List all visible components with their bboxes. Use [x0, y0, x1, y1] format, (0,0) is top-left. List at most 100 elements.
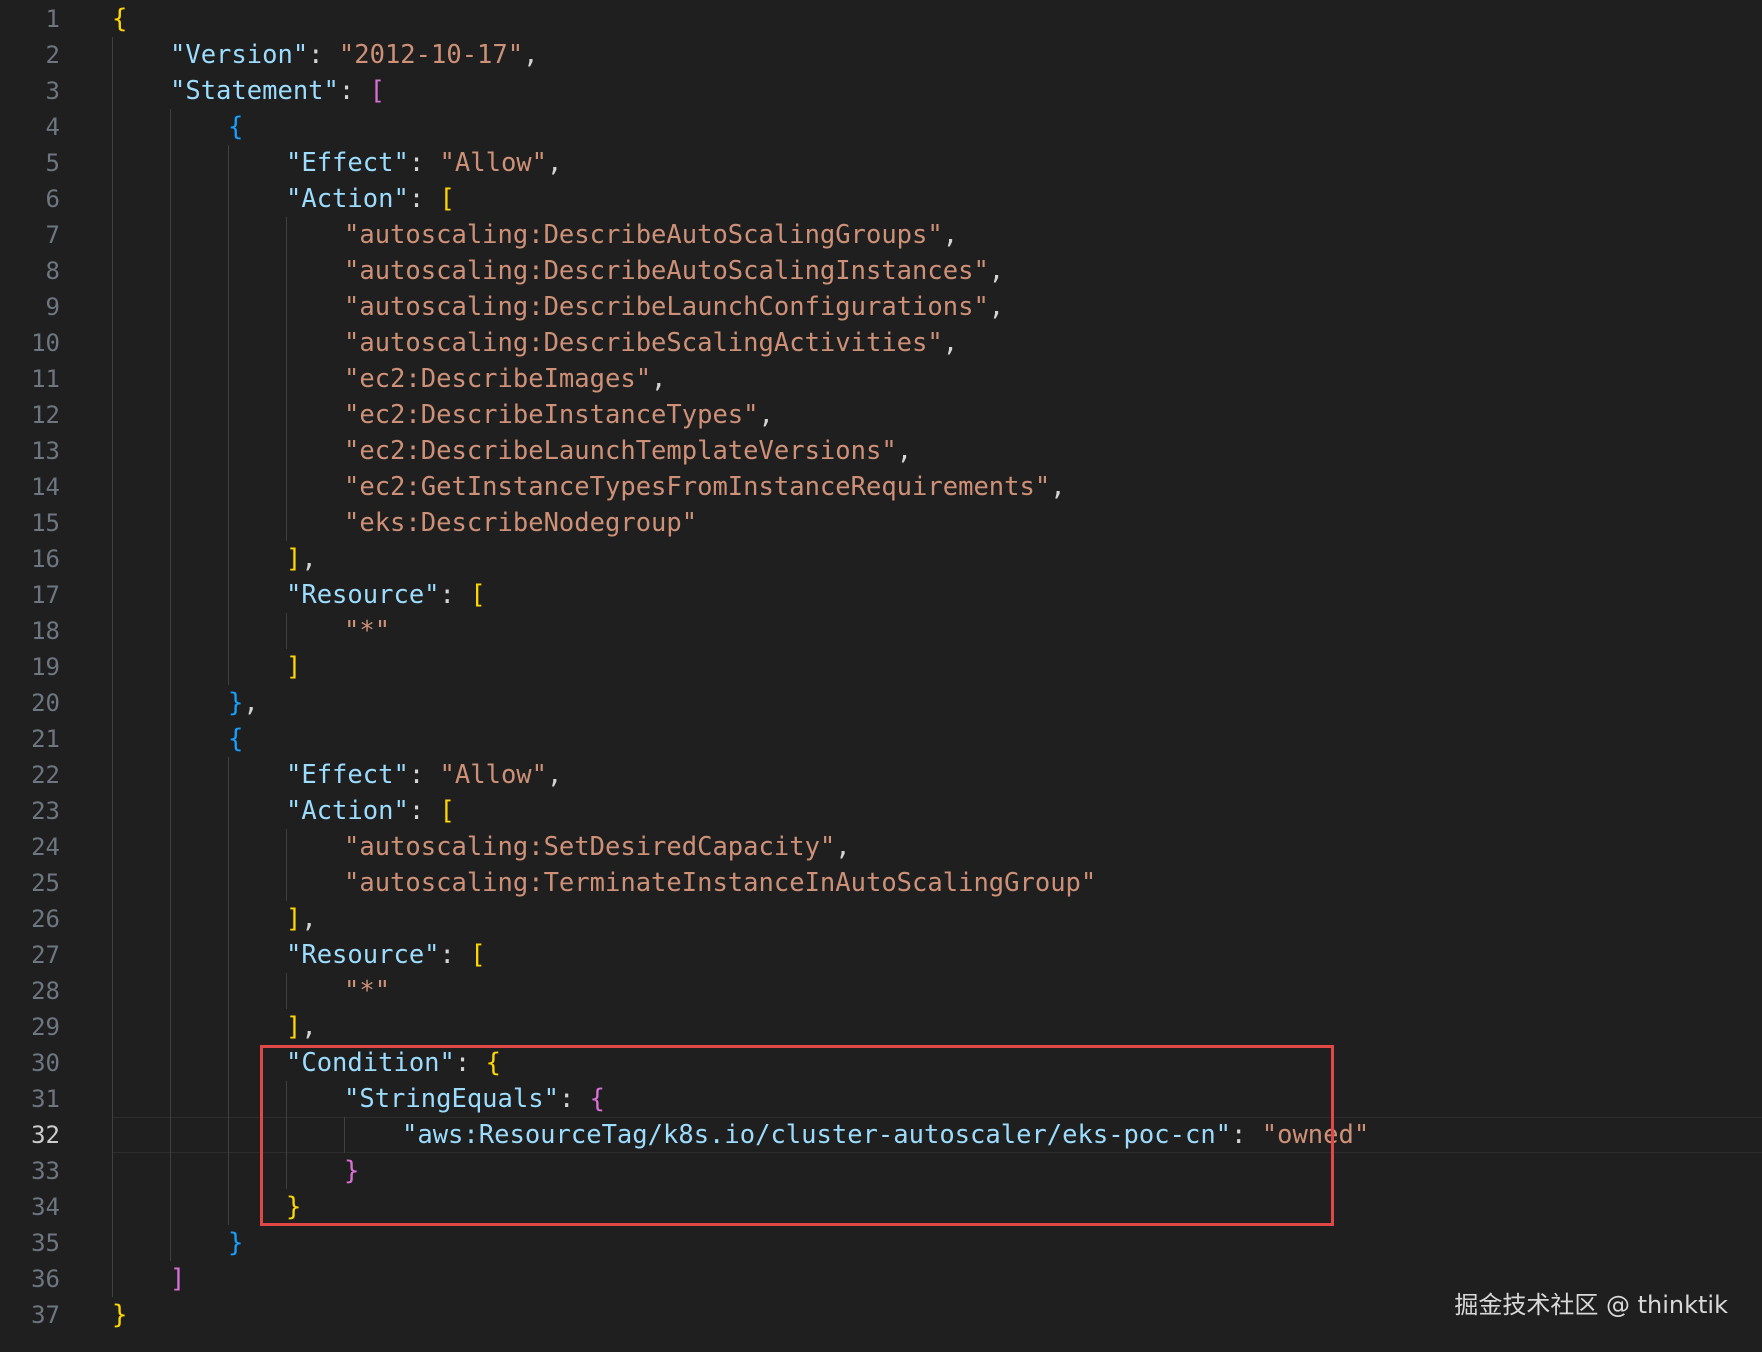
- line-number: 31: [31, 1085, 60, 1113]
- line-number: 19: [31, 653, 60, 681]
- code-token: {: [112, 4, 128, 34]
- code-line[interactable]: "Effect": "Allow",: [286, 757, 562, 793]
- line-number: 14: [31, 473, 60, 501]
- line-number: 27: [31, 941, 60, 969]
- code-line[interactable]: "autoscaling:DescribeLaunchConfiguration…: [344, 289, 1004, 325]
- line-number: 15: [31, 509, 60, 537]
- code-token: "autoscaling:DescribeAutoScalingGroups": [344, 220, 943, 250]
- code-line[interactable]: {: [112, 1, 127, 37]
- code-line[interactable]: }: [228, 1225, 243, 1261]
- code-token: :: [338, 76, 370, 106]
- code-token: "autoscaling:DescribeScalingActivities": [344, 328, 943, 358]
- code-line[interactable]: "autoscaling:TerminateInstanceInAutoScal…: [344, 865, 1096, 901]
- code-token: "2012-10-17": [338, 40, 524, 70]
- line-number: 25: [31, 869, 60, 897]
- code-token: "*": [344, 976, 391, 1006]
- line-number: 6: [45, 185, 60, 213]
- line-number: 23: [31, 797, 60, 825]
- code-token: "autoscaling:DescribeAutoScalingInstance…: [344, 256, 989, 286]
- code-line[interactable]: "*": [344, 613, 390, 649]
- line-number: 12: [31, 401, 60, 429]
- code-token: :: [308, 40, 339, 70]
- code-token: :: [408, 148, 440, 178]
- code-line[interactable]: "ec2:DescribeLaunchTemplateVersions",: [344, 433, 912, 469]
- code-token: :: [408, 184, 440, 214]
- code-token: ,: [651, 364, 667, 394]
- line-number: 28: [31, 977, 60, 1005]
- line-number: 26: [31, 905, 60, 933]
- code-line[interactable]: "Resource": [: [286, 937, 486, 973]
- code-token: "Effect": [286, 760, 409, 790]
- code-line[interactable]: {: [228, 109, 243, 145]
- code-token: [: [439, 184, 455, 214]
- code-line[interactable]: "ec2:DescribeImages",: [344, 361, 666, 397]
- code-line[interactable]: "autoscaling:DescribeScalingActivities",: [344, 325, 958, 361]
- code-token: "Action": [286, 184, 409, 214]
- code-line[interactable]: "ec2:GetInstanceTypesFromInstanceRequire…: [344, 469, 1066, 505]
- code-line[interactable]: "ec2:DescribeInstanceTypes",: [344, 397, 774, 433]
- code-token: :: [408, 796, 440, 826]
- watermark: 掘金技术社区 @ thinktik: [1454, 1291, 1728, 1319]
- code-token: "Resource": [286, 580, 440, 610]
- line-number: 30: [31, 1049, 60, 1077]
- code-line[interactable]: ],: [286, 541, 317, 577]
- code-line[interactable]: ],: [286, 1009, 317, 1045]
- line-number: 37: [31, 1301, 60, 1329]
- code-token: ,: [243, 688, 259, 718]
- code-line[interactable]: "autoscaling:DescribeAutoScalingGroups",: [344, 217, 958, 253]
- code-token: "Version": [170, 40, 309, 70]
- code-token: "autoscaling:TerminateInstanceInAutoScal…: [344, 868, 1097, 898]
- code-line[interactable]: "autoscaling:SetDesiredCapacity",: [344, 829, 851, 865]
- code-line[interactable]: "Effect": "Allow",: [286, 145, 562, 181]
- line-number: 10: [31, 329, 60, 357]
- code-line[interactable]: "*": [344, 973, 390, 1009]
- indent-guide: [228, 757, 229, 1225]
- code-token: ,: [301, 544, 317, 574]
- code-editor[interactable]: 1 2 3 4 5 6 7 8 9 10 11 12 13 14 15 16 17 18 19 20 21 22 23 24 2…: [0, 0, 1762, 1352]
- code-token: [: [439, 796, 455, 826]
- code-line[interactable]: "Statement": [: [170, 73, 385, 109]
- code-token: "ec2:DescribeInstanceTypes": [344, 400, 759, 430]
- code-token: ,: [988, 292, 1005, 322]
- code-token: ,: [523, 40, 539, 70]
- code-token: ,: [547, 148, 563, 178]
- line-number: 22: [31, 761, 60, 789]
- code-token: ]: [286, 1012, 302, 1042]
- code-token: "Allow": [439, 760, 548, 790]
- code-line[interactable]: "Action": [: [286, 793, 455, 829]
- code-line[interactable]: },: [228, 685, 259, 721]
- code-line[interactable]: "Resource": [: [286, 577, 486, 613]
- code-token: "*": [344, 616, 391, 646]
- code-line[interactable]: "eks:DescribeNodegroup": [344, 505, 697, 541]
- code-line[interactable]: "Version": "2012-10-17",: [170, 37, 538, 73]
- line-number: 4: [45, 113, 60, 141]
- code-line[interactable]: ],: [286, 901, 317, 937]
- line-number: 1: [45, 5, 60, 33]
- code-token: ]: [286, 652, 302, 682]
- code-token: [: [470, 580, 486, 610]
- code-token: {: [228, 112, 244, 142]
- code-line[interactable]: "autoscaling:DescribeAutoScalingInstance…: [344, 253, 1004, 289]
- code-token: "ec2:GetInstanceTypesFromInstanceRequire…: [344, 472, 1051, 502]
- line-number: 20: [31, 689, 60, 717]
- code-token: "Statement": [170, 76, 339, 106]
- indent-guide: [228, 145, 229, 685]
- indent-guide: [112, 37, 113, 1297]
- line-number: 34: [31, 1193, 60, 1221]
- code-token: ]: [286, 544, 302, 574]
- code-token: "Effect": [286, 148, 409, 178]
- code-line[interactable]: ]: [170, 1261, 185, 1297]
- code-line[interactable]: {: [228, 721, 243, 757]
- code-token: [: [470, 940, 486, 970]
- code-line[interactable]: "Action": [: [286, 181, 455, 217]
- line-number: 17: [31, 581, 60, 609]
- code-line[interactable]: ]: [286, 649, 301, 685]
- line-number: 3: [45, 77, 60, 105]
- code-token: "Resource": [286, 940, 440, 970]
- code-token: [: [369, 76, 385, 106]
- code-line[interactable]: }: [112, 1297, 127, 1333]
- code-token: ,: [301, 1012, 317, 1042]
- line-number: 21: [31, 725, 60, 753]
- indent-guide: [170, 109, 171, 1261]
- code-token: }: [112, 1300, 128, 1330]
